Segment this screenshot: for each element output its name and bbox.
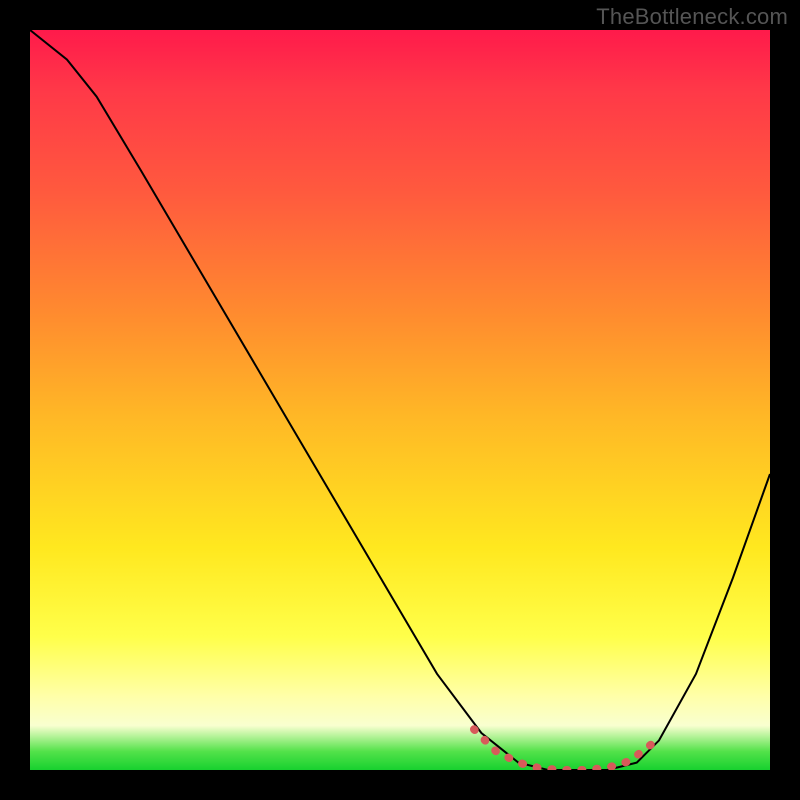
watermark-text: TheBottleneck.com xyxy=(596,4,788,30)
chart-frame: TheBottleneck.com xyxy=(0,0,800,800)
gradient-plot-area xyxy=(30,30,770,770)
bottleneck-curve-path xyxy=(30,30,770,770)
curve-layer xyxy=(30,30,770,770)
